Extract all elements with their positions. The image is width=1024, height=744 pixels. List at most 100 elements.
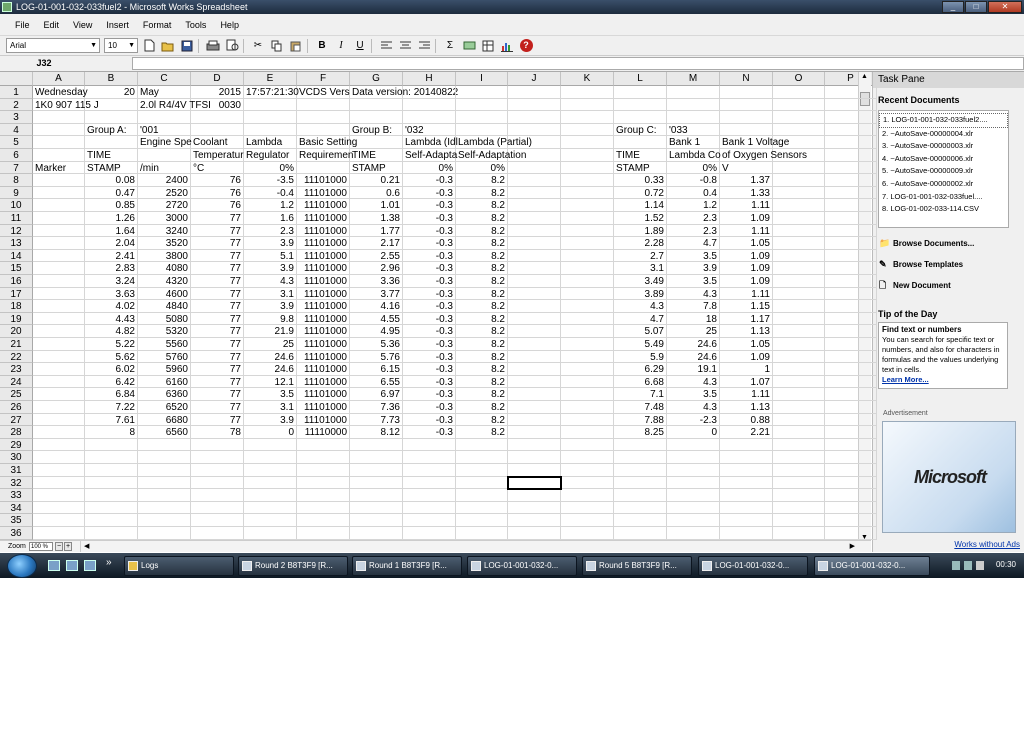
taskbar-item[interactable]: Round 5 B8T3F9 [R... bbox=[582, 556, 692, 576]
cell[interactable] bbox=[561, 312, 614, 326]
column-header[interactable]: O bbox=[773, 72, 825, 86]
cell[interactable]: Wednesday bbox=[33, 86, 88, 99]
cell[interactable]: 77 bbox=[191, 212, 244, 225]
cell[interactable]: 0.88 bbox=[720, 413, 773, 427]
cell[interactable]: -0.3 bbox=[403, 338, 456, 351]
cell[interactable] bbox=[825, 237, 877, 250]
cell[interactable]: -0.3 bbox=[403, 186, 456, 200]
row-header[interactable]: 28 bbox=[0, 426, 33, 439]
cell[interactable] bbox=[508, 413, 561, 427]
cell[interactable]: 24.6 bbox=[667, 350, 720, 364]
cell[interactable] bbox=[138, 514, 191, 527]
cell[interactable]: 17:57:21:30 bbox=[244, 86, 299, 99]
cell[interactable] bbox=[350, 98, 403, 112]
cell[interactable]: 1.64 bbox=[85, 224, 138, 238]
cell[interactable] bbox=[561, 438, 614, 452]
cell[interactable] bbox=[667, 86, 720, 99]
cell[interactable]: 1.01 bbox=[350, 199, 403, 212]
cell[interactable]: Data version: 20140822 bbox=[350, 86, 458, 99]
show-desktop-icon[interactable] bbox=[48, 560, 60, 571]
cell[interactable] bbox=[561, 86, 614, 99]
cell[interactable]: 11101000 bbox=[297, 275, 350, 288]
recent-document-item[interactable]: 7. LOG-01-001-032-033fuel.... bbox=[879, 191, 1008, 204]
cell[interactable] bbox=[561, 413, 614, 427]
cell[interactable]: 3.9 bbox=[667, 262, 720, 275]
cell[interactable] bbox=[33, 174, 85, 187]
cell[interactable] bbox=[720, 464, 773, 477]
cell[interactable]: 8.2 bbox=[456, 237, 508, 250]
cell[interactable] bbox=[720, 98, 773, 112]
cell[interactable] bbox=[825, 401, 877, 414]
cell[interactable] bbox=[825, 375, 877, 389]
cell[interactable]: 8.2 bbox=[456, 413, 508, 427]
cell[interactable]: 3.5 bbox=[667, 275, 720, 288]
cell[interactable] bbox=[297, 161, 350, 175]
cell[interactable]: 76 bbox=[191, 186, 244, 200]
scroll-up-icon[interactable]: ▲ bbox=[861, 73, 868, 80]
cell[interactable] bbox=[191, 489, 244, 502]
cell[interactable] bbox=[825, 325, 877, 338]
cell[interactable] bbox=[825, 464, 877, 477]
cell[interactable]: 11101000 bbox=[297, 325, 350, 338]
cell[interactable] bbox=[614, 476, 667, 490]
cell[interactable] bbox=[403, 98, 456, 112]
formula-input[interactable] bbox=[132, 57, 1024, 70]
cell[interactable] bbox=[297, 489, 350, 502]
cell[interactable]: 11101000 bbox=[297, 287, 350, 301]
cell[interactable]: 3.9 bbox=[244, 262, 297, 275]
cell[interactable]: 3.1 bbox=[614, 262, 667, 275]
cell[interactable] bbox=[614, 489, 667, 502]
cell[interactable]: 5.22 bbox=[85, 338, 138, 351]
cell[interactable]: 5.07 bbox=[614, 325, 667, 338]
cell[interactable]: 1.14 bbox=[614, 199, 667, 212]
row-header[interactable]: 2 bbox=[0, 98, 33, 112]
cell[interactable]: 4600 bbox=[138, 287, 191, 301]
cell[interactable] bbox=[825, 350, 877, 364]
row-header[interactable]: 12 bbox=[0, 224, 33, 238]
cell[interactable]: 8.2 bbox=[456, 426, 508, 439]
cell[interactable]: 5560 bbox=[138, 338, 191, 351]
chart-icon[interactable] bbox=[499, 38, 515, 54]
print-icon[interactable] bbox=[205, 38, 221, 54]
insert-chart-wizard-icon[interactable] bbox=[480, 38, 496, 54]
taskbar-item[interactable]: LOG-01-001-032-0... bbox=[467, 556, 577, 576]
cell[interactable]: 5.62 bbox=[85, 350, 138, 364]
cell[interactable]: 0.47 bbox=[85, 186, 138, 200]
taskbar-item-active[interactable]: LOG-01-001-032-0... bbox=[814, 556, 930, 576]
cell[interactable]: 1.2 bbox=[667, 199, 720, 212]
cell[interactable] bbox=[825, 111, 877, 124]
quick-launch-icon[interactable] bbox=[84, 560, 96, 571]
cell[interactable]: 0.33 bbox=[614, 174, 667, 187]
cell[interactable]: 1.09 bbox=[720, 249, 773, 263]
security-icon[interactable] bbox=[964, 561, 972, 570]
cell[interactable]: 11101000 bbox=[297, 249, 350, 263]
cell[interactable] bbox=[773, 501, 825, 515]
cell[interactable] bbox=[614, 514, 667, 527]
menu-tools[interactable]: Tools bbox=[178, 20, 213, 30]
recent-document-item[interactable]: 2. ~AutoSave-00000004.xlr bbox=[879, 128, 1008, 141]
cell[interactable] bbox=[456, 476, 508, 490]
cell[interactable] bbox=[825, 174, 877, 187]
cell[interactable] bbox=[33, 501, 85, 515]
cell[interactable]: 2.3 bbox=[244, 224, 297, 238]
column-header[interactable]: D bbox=[191, 72, 244, 86]
cell[interactable] bbox=[85, 527, 138, 540]
cell[interactable]: 6.68 bbox=[614, 375, 667, 389]
cell[interactable] bbox=[138, 111, 191, 124]
cell[interactable] bbox=[33, 237, 85, 250]
cell[interactable] bbox=[403, 111, 456, 124]
cell[interactable] bbox=[33, 476, 85, 490]
cell[interactable]: 11101000 bbox=[297, 401, 350, 414]
cell[interactable] bbox=[350, 464, 403, 477]
cell[interactable]: 3240 bbox=[138, 224, 191, 238]
cell[interactable]: 0.72 bbox=[614, 186, 667, 200]
cell[interactable] bbox=[561, 338, 614, 351]
cell[interactable]: Self-Adapta bbox=[403, 149, 457, 162]
cell[interactable]: 5960 bbox=[138, 363, 191, 376]
cell[interactable] bbox=[33, 136, 85, 149]
recent-document-item[interactable]: 4. ~AutoSave-00000006.xlr bbox=[879, 153, 1008, 166]
cell[interactable]: 4840 bbox=[138, 300, 191, 313]
paste-icon[interactable] bbox=[288, 38, 304, 54]
bold-button[interactable]: B bbox=[314, 38, 330, 54]
cell[interactable]: 8.2 bbox=[456, 174, 508, 187]
